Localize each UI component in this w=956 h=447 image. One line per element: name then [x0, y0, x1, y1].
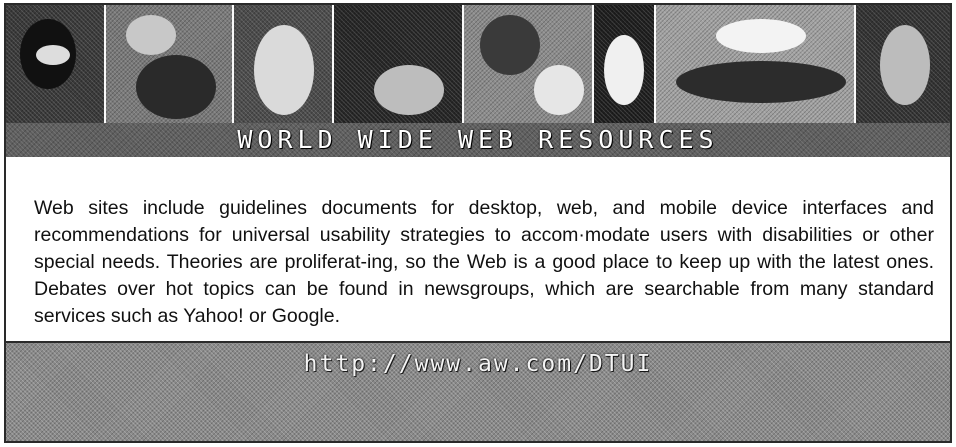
footer-band: http://www.aw.com/DTUI [6, 343, 950, 441]
banner-photo-5 [464, 5, 594, 123]
banner-photo-6 [594, 5, 656, 123]
banner-photo-4 [334, 5, 464, 123]
banner-photo-7 [656, 5, 856, 123]
banner: WORLD WIDE WEB RESOURCES [6, 5, 950, 157]
resource-url-link[interactable]: http://www.aw.com/DTUI [6, 351, 950, 377]
banner-photo-8 [856, 5, 950, 123]
banner-title: WORLD WIDE WEB RESOURCES [237, 125, 719, 154]
banner-photo-3 [234, 5, 334, 123]
resource-box: WORLD WIDE WEB RESOURCES Web sites inclu… [4, 3, 952, 443]
banner-photo-2 [106, 5, 234, 123]
description-paragraph: Web sites include guidelines documents f… [34, 196, 934, 327]
banner-photo-1 [6, 5, 106, 123]
